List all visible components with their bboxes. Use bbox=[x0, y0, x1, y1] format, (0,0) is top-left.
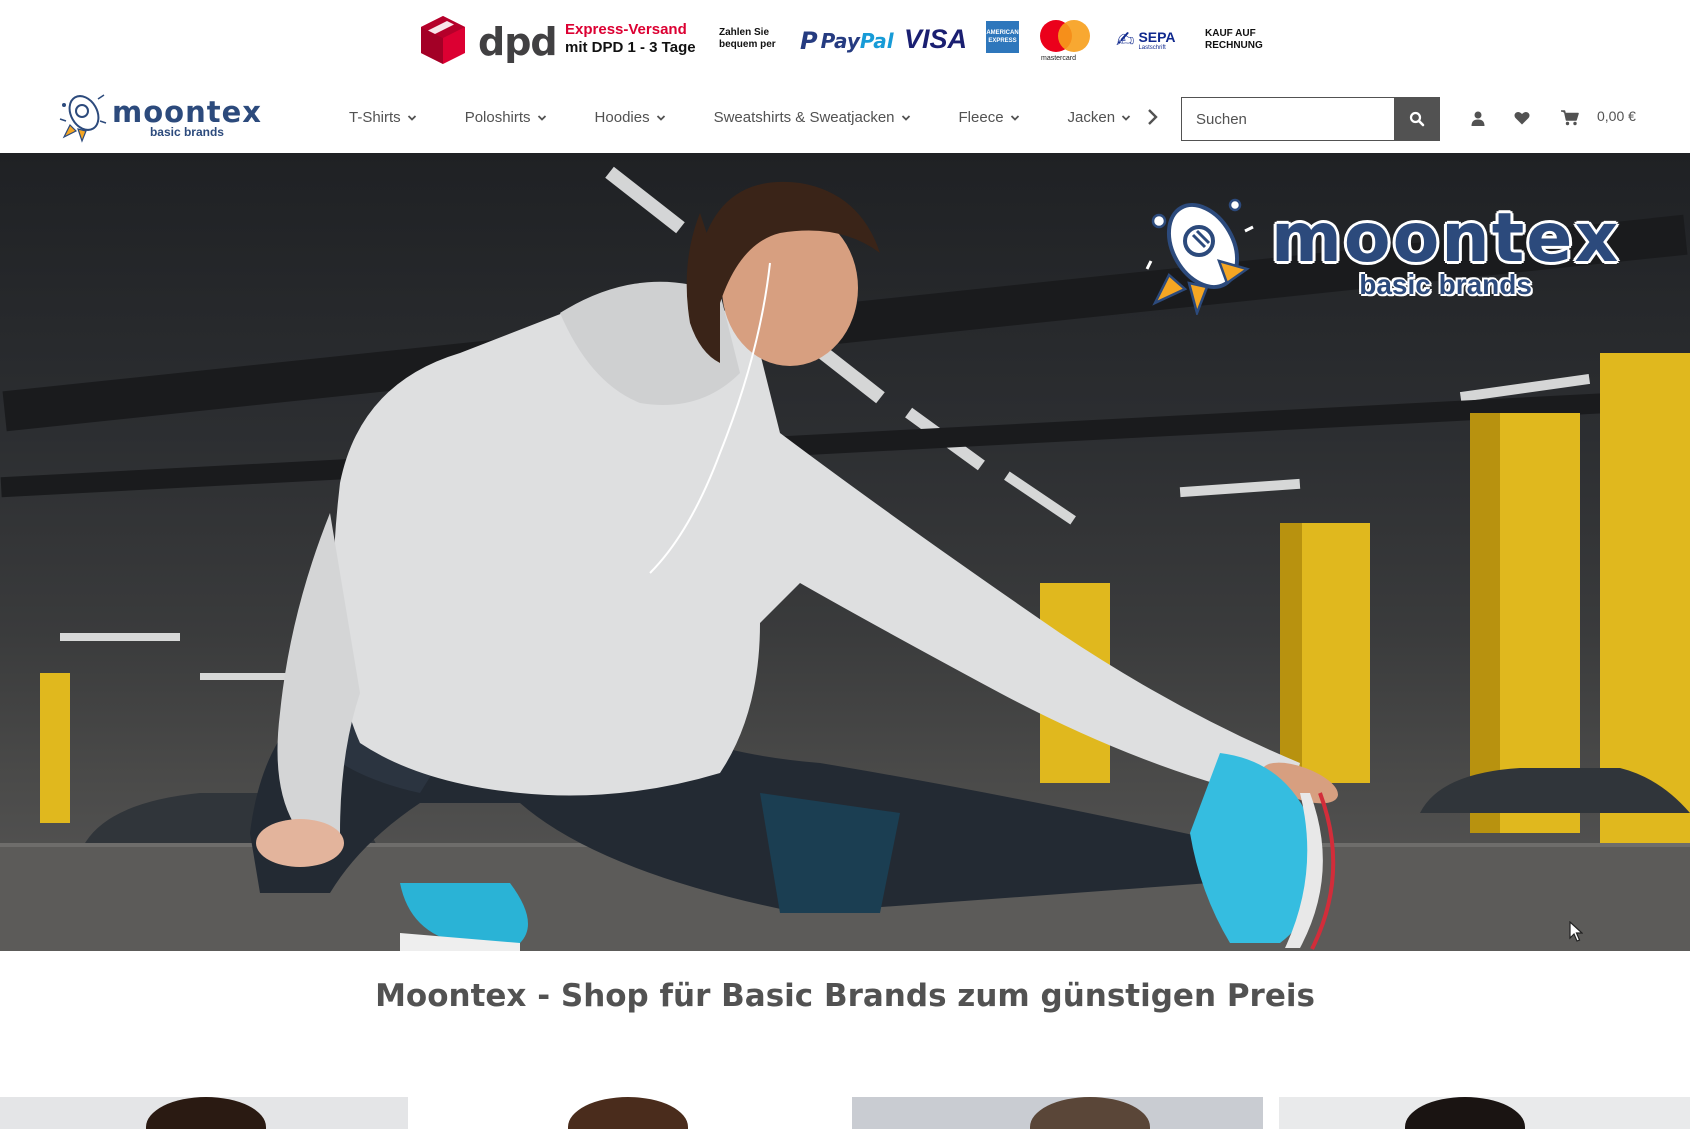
trust-bar: dpd Express-Versand mit DPD 1 - 3 Tage Z… bbox=[0, 0, 1690, 82]
heart-icon bbox=[1514, 111, 1530, 125]
chevron-down-icon bbox=[537, 114, 546, 121]
rocket-logo-icon bbox=[59, 94, 107, 143]
chevron-down-icon bbox=[1010, 114, 1019, 121]
mastercard-logo: mastercard bbox=[1039, 19, 1095, 63]
wishlist-button[interactable] bbox=[1512, 108, 1532, 128]
cart-button[interactable] bbox=[1560, 108, 1580, 128]
hero-brand-logo: moontex basic brands bbox=[1145, 188, 1675, 318]
nav-item-jacken[interactable]: Jacken bbox=[1068, 109, 1132, 126]
payment-intro: Zahlen Sie bequem per bbox=[719, 27, 776, 50]
nav-item-hoodies[interactable]: Hoodies bbox=[595, 109, 666, 126]
mouse-cursor-icon bbox=[1569, 921, 1583, 942]
category-menu: T-Shirts Poloshirts Hoodies Sweatshirts … bbox=[349, 82, 1131, 153]
search-icon bbox=[1409, 111, 1425, 127]
site-logo[interactable]: moontex basic brands bbox=[58, 91, 280, 143]
sepa-logo: ✍ SEPA Lastschrift bbox=[1116, 27, 1176, 53]
page-headline: Moontex - Shop für Basic Brands zum güns… bbox=[375, 978, 1315, 1014]
nav-item-poloshirts[interactable]: Poloshirts bbox=[465, 109, 547, 126]
nav-item-fleece[interactable]: Fleece bbox=[959, 109, 1020, 126]
nav-item-sweatshirts[interactable]: Sweatshirts & Sweatjacken bbox=[714, 109, 911, 126]
rocket-logo-icon bbox=[1145, 198, 1254, 315]
user-icon bbox=[1471, 111, 1485, 126]
visa-logo: VISA bbox=[904, 24, 968, 54]
chevron-down-icon bbox=[1121, 114, 1131, 121]
cart-icon bbox=[1561, 110, 1579, 126]
logo-wordmark: moontex bbox=[112, 94, 262, 129]
cart-total[interactable]: 0,00 € bbox=[1597, 108, 1636, 124]
category-thumbnail[interactable] bbox=[1279, 1097, 1690, 1129]
chevron-down-icon bbox=[656, 114, 665, 121]
chevron-down-icon bbox=[407, 114, 416, 121]
search-button[interactable] bbox=[1394, 97, 1440, 141]
category-thumbnails bbox=[0, 1097, 1690, 1129]
sepa-signature-icon: ✍ bbox=[1116, 27, 1135, 53]
hero-brand-wordmark: moontex bbox=[1271, 199, 1621, 278]
main-navigation: moontex basic brands T-Shirts Poloshirts… bbox=[0, 82, 1690, 153]
dpd-cube-icon bbox=[421, 16, 465, 64]
hero-banner[interactable]: moontex basic brands bbox=[0, 153, 1690, 951]
category-thumbnail[interactable] bbox=[426, 1097, 834, 1129]
express-shipping-note: Express-Versand mit DPD 1 - 3 Tage bbox=[565, 21, 696, 56]
chevron-down-icon bbox=[901, 114, 910, 121]
category-thumbnail[interactable] bbox=[852, 1097, 1263, 1129]
invoice-payment-note: KAUF AUF RECHNUNG bbox=[1205, 28, 1263, 51]
category-thumbnail[interactable] bbox=[0, 1097, 408, 1129]
nav-item-tshirts[interactable]: T-Shirts bbox=[349, 109, 417, 126]
paypal-logo: P PayPal bbox=[800, 27, 894, 55]
dpd-logo-text: dpd bbox=[478, 20, 558, 64]
account-button[interactable] bbox=[1468, 108, 1488, 128]
logo-tagline: basic brands bbox=[149, 124, 224, 139]
paypal-icon: P bbox=[800, 27, 818, 55]
amex-logo: AMERICAN EXPRESS bbox=[986, 21, 1019, 53]
hero-brand-tagline: basic brands bbox=[1359, 269, 1532, 300]
chevron-right-icon[interactable] bbox=[1146, 108, 1160, 126]
